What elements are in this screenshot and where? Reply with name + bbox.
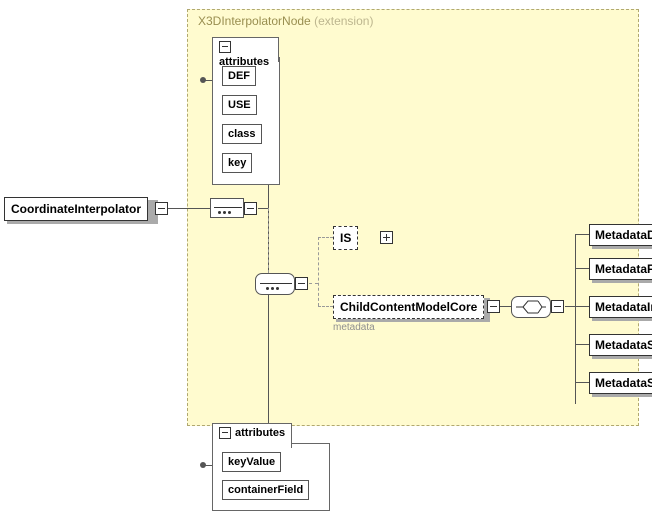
collapse-icon[interactable]: [551, 300, 564, 313]
collapse-icon[interactable]: [487, 300, 500, 313]
metadata-string[interactable]: MetadataString: [589, 372, 652, 394]
connector-dashed: [318, 237, 320, 306]
attr-label: keyValue: [228, 456, 275, 468]
root-node[interactable]: CoordinateInterpolator: [4, 197, 148, 221]
attributes-title: attributes: [235, 427, 285, 439]
collapse-icon[interactable]: [295, 277, 308, 290]
attributes-tab[interactable]: attributes: [212, 423, 292, 448]
connector: [575, 306, 589, 307]
attr-label: key: [228, 157, 246, 169]
root-label: CoordinateInterpolator: [11, 202, 141, 216]
metadata-label: MetadataDouble: [595, 228, 652, 242]
collapse-icon[interactable]: [155, 202, 168, 215]
extension-title: X3DInterpolatorNode (extension): [198, 14, 373, 28]
connector-dashed: [318, 237, 333, 239]
child-model-caption: metadata: [333, 322, 375, 333]
child-model-node[interactable]: ChildContentModelCore: [333, 295, 484, 319]
expand-icon[interactable]: [380, 231, 393, 244]
choice-joint[interactable]: [511, 296, 551, 318]
attr-class[interactable]: class: [222, 124, 262, 144]
connector: [575, 344, 589, 345]
dots-icon: [217, 204, 232, 222]
sequence-joint[interactable]: [210, 198, 244, 218]
attr-key[interactable]: key: [222, 153, 252, 173]
connector: [575, 234, 576, 404]
child-model-label: ChildContentModelCore: [340, 300, 477, 314]
connector: [500, 306, 511, 307]
attr-keyvalue[interactable]: keyValue: [222, 452, 281, 472]
attr-label: USE: [228, 99, 251, 111]
group-dot: [200, 462, 206, 468]
connector: [575, 382, 589, 383]
is-label: IS: [340, 231, 351, 245]
dots-icon: [265, 280, 280, 298]
extension-note: (extension): [314, 14, 373, 28]
attr-label: DEF: [228, 70, 250, 82]
metadata-set[interactable]: MetadataSet: [589, 334, 652, 356]
collapse-icon[interactable]: [219, 427, 231, 439]
metadata-integer[interactable]: MetadataInteger: [589, 296, 652, 318]
connector-dashed: [309, 283, 318, 285]
is-node[interactable]: IS: [333, 226, 358, 250]
metadata-label: MetadataSet: [595, 338, 652, 352]
group-dot: [200, 77, 206, 83]
connector-dashed: [268, 208, 270, 273]
connector: [168, 208, 210, 209]
connector: [575, 268, 589, 269]
extension-name: X3DInterpolatorNode: [198, 14, 311, 28]
connector: [258, 208, 268, 209]
metadata-label: MetadataFloat: [595, 262, 652, 276]
attr-label: class: [228, 128, 256, 140]
attr-label: containerField: [228, 484, 303, 496]
connector: [575, 234, 589, 235]
metadata-label: MetadataString: [595, 376, 652, 390]
attr-def[interactable]: DEF: [222, 66, 256, 86]
collapse-icon[interactable]: [219, 41, 231, 53]
sequence-joint[interactable]: [255, 273, 295, 295]
attr-use[interactable]: USE: [222, 95, 257, 115]
attributes-tab[interactable]: attributes: [212, 37, 279, 62]
metadata-float[interactable]: MetadataFloat: [589, 258, 652, 280]
metadata-label: MetadataInteger: [595, 300, 652, 314]
connector: [565, 306, 575, 307]
collapse-icon[interactable]: [244, 202, 257, 215]
connector-dashed: [318, 306, 333, 308]
attr-containerfield[interactable]: containerField: [222, 480, 309, 500]
metadata-double[interactable]: MetadataDouble: [589, 224, 652, 246]
